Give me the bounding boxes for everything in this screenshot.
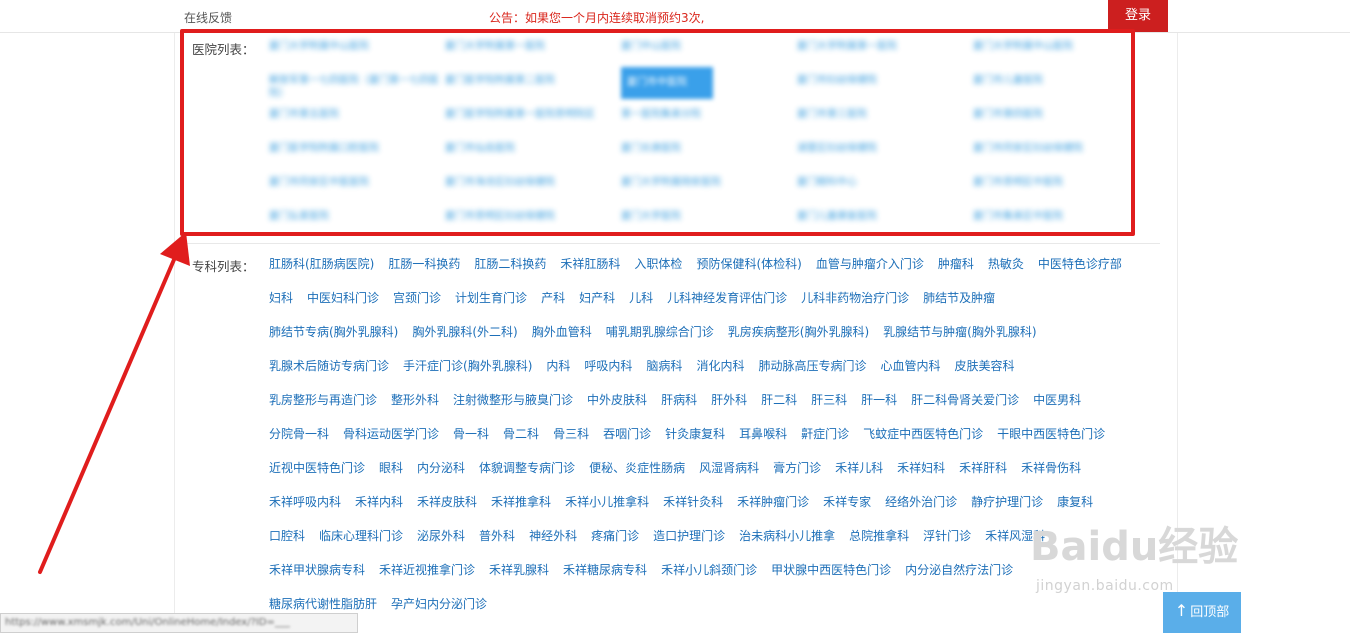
status-url: https://www.xmsmjk.com/Uni/OnlineHome/In… <box>5 617 290 628</box>
browser-status-bar: https://www.xmsmjk.com/Uni/OnlineHome/In… <box>0 613 358 633</box>
up-arrow-icon: ↑ <box>1174 601 1189 620</box>
annotation-arrow <box>38 232 190 574</box>
back-to-top-button[interactable]: ↑ 回顶部 <box>1163 592 1241 633</box>
back-to-top-label: 回顶部 <box>1190 605 1230 620</box>
